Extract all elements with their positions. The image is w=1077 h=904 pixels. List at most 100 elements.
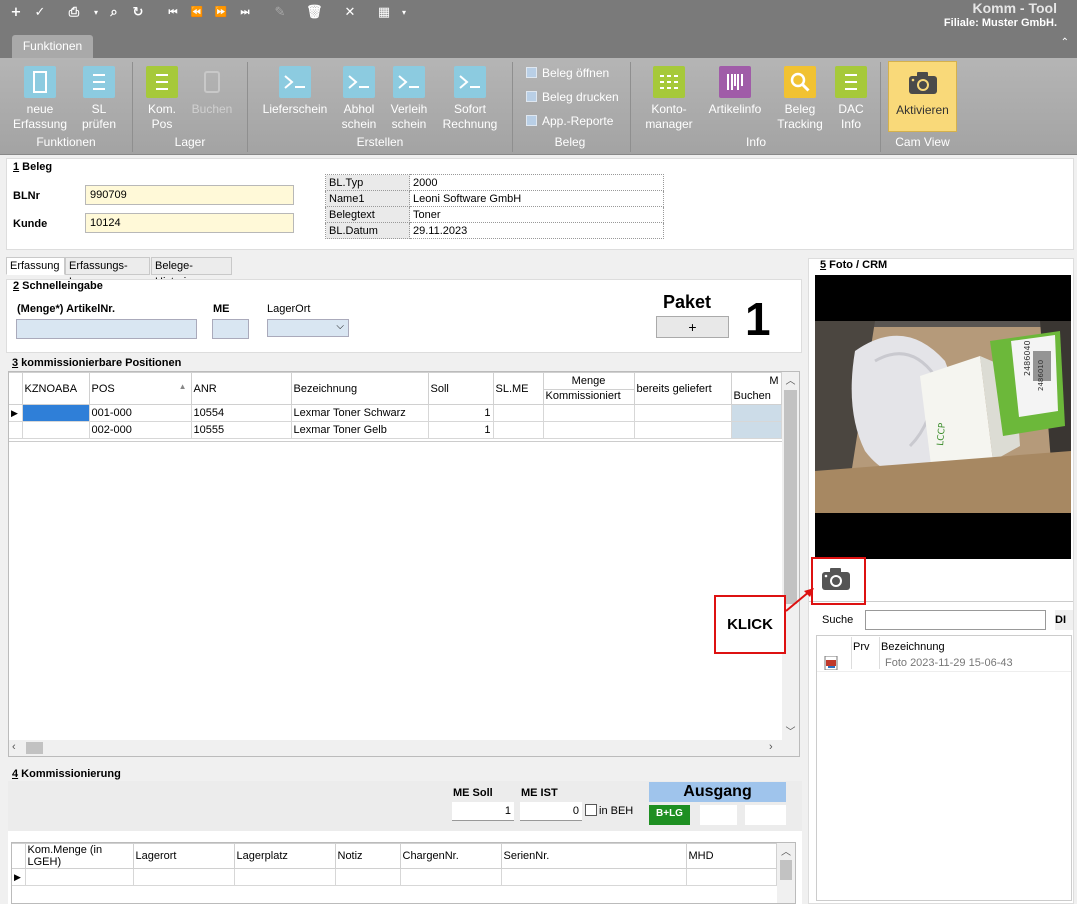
scrollbar-thumb[interactable] [784,390,797,604]
me-ist-field[interactable]: 0 [520,802,582,821]
edit-icon[interactable]: ✎ [272,5,288,21]
cell[interactable] [399,868,502,886]
col-pos[interactable]: POS ▲ [88,372,192,405]
cell-slme[interactable] [492,404,544,422]
previous-record-icon[interactable]: ⏪ [189,5,205,21]
col-bezeichnung[interactable]: Bezeichnung [290,372,429,405]
aktivieren-button[interactable]: Aktivieren [888,61,957,132]
refresh-icon[interactable]: ↻ [130,5,146,21]
col-bezeichnung[interactable]: Bezeichnung [881,641,945,653]
add-icon[interactable]: + [8,5,24,21]
tab-funktionen[interactable]: Funktionen [12,35,93,59]
next-record-icon[interactable]: ⏩ [213,5,229,21]
me-soll-field[interactable]: 1 [452,802,514,821]
beleg-tracking-button[interactable]: Beleg Tracking [776,58,824,132]
beleg-oeffnen-button[interactable]: Beleg öffnen [526,66,609,80]
kunde-field[interactable]: 10124 [85,213,294,233]
cell-pos[interactable]: 001-000 [88,404,192,422]
collapse-ribbon-icon[interactable]: ⌃ [1061,37,1069,48]
col-prv[interactable]: Prv [853,641,870,653]
col-lagerort[interactable]: Lagerort [132,843,235,869]
me-input[interactable] [212,319,249,339]
col-menge-kommissioniert[interactable]: Menge Kommissioniert [542,372,635,405]
scrollbar-thumb[interactable] [26,742,43,754]
cell-menge[interactable] [542,421,635,439]
artikelinfo-button[interactable]: Artikelinfo [704,58,766,117]
trash-icon[interactable]: 🗑 [306,5,323,21]
col-slme[interactable]: SL.ME [492,372,544,405]
abholschein-button[interactable]: Abhol schein [336,58,382,132]
col-bereits-geliefert[interactable]: bereits geliefert [633,372,732,405]
close-icon[interactable]: ✕ [342,5,358,21]
cell-anr[interactable]: 10555 [190,421,292,439]
artikelnr-input[interactable] [16,319,197,339]
search-icon[interactable]: ⌕ [106,5,122,21]
scrollbar-thumb[interactable] [780,860,792,880]
kom-pos-button[interactable]: Kom. Pos [140,58,184,132]
cell[interactable] [132,868,235,886]
cell[interactable] [233,868,336,886]
chevron-down-icon[interactable]: ▾ [396,5,412,21]
buchen-button[interactable]: Buchen [188,58,236,117]
cell[interactable] [500,868,687,886]
tab-erfassungs-log[interactable]: Erfassungs-Log [65,257,150,288]
table-row[interactable]: ▶ 001-000 10554 Lexmar Toner Schwarz 1 [9,404,782,422]
kontomanager-button[interactable]: Konto- manager [642,58,696,132]
col-kom-menge[interactable]: Kom.Menge (in LGEH) [24,843,134,869]
scroll-up-icon[interactable]: ︿ [777,843,795,858]
cell-bezeichnung[interactable]: Lexmar Toner Schwarz [290,404,429,422]
foto-item-name[interactable]: Foto 2023-11-29 15-06-43 [885,657,1013,669]
chevron-down-icon[interactable]: ▾ [88,5,104,21]
scroll-right-icon[interactable]: › [769,741,773,753]
check-icon[interactable]: ✓ [32,5,48,21]
table-row[interactable]: 002-000 10555 Lexmar Toner Gelb 1 [9,421,782,439]
table-row[interactable]: ▶ [12,868,777,886]
blnr-field[interactable]: 990709 [85,185,294,205]
col-seriennr[interactable]: SerienNr. [500,843,687,869]
app-reporte-button[interactable]: App.-Reporte [526,114,613,128]
lieferschein-button[interactable]: Lieferschein [258,58,332,117]
first-record-icon[interactable]: ⏮ [165,5,181,21]
lagerort-select[interactable]: ⌵ [267,319,349,337]
vertical-scrollbar[interactable]: ︿ ﹀ [782,372,799,740]
neue-erfassung-button[interactable]: neue Erfassung [8,58,72,132]
cell-soll[interactable]: 1 [427,421,494,439]
add-paket-button[interactable]: + [656,316,729,338]
col-chargennr[interactable]: ChargenNr. [399,843,502,869]
cell[interactable] [685,868,777,886]
cell-bezeichnung[interactable]: Lexmar Toner Gelb [290,421,429,439]
cell-slme[interactable] [492,421,544,439]
verleihschein-button[interactable]: Verleih schein [386,58,432,132]
cell-buchen[interactable] [730,404,782,422]
suche-input[interactable] [865,610,1046,630]
cell-menge[interactable] [542,404,635,422]
cell[interactable] [24,868,134,886]
vertical-scrollbar[interactable]: ︿ [777,843,795,903]
cell-pos[interactable]: 002-000 [88,421,192,439]
col-soll[interactable]: Soll [427,372,494,405]
cell-geliefert[interactable] [633,404,732,422]
last-record-icon[interactable]: ⏭ [237,5,253,21]
cell-soll[interactable]: 1 [427,404,494,422]
sl-pruefen-button[interactable]: SL prüfen [74,58,124,132]
print-icon[interactable]: ⎙ [66,5,82,21]
suche-button[interactable]: DI [1055,610,1073,630]
col-kznoaba[interactable]: KZNOABA [21,372,90,405]
sofortrechnung-button[interactable]: Sofort Rechnung [440,58,500,132]
grid-icon[interactable]: ▦ [376,5,392,21]
cell-kznoaba[interactable] [21,421,90,439]
tab-erfassung[interactable]: Erfassung [6,257,65,275]
camera-view[interactable]: 2486040 2486010 LCCP [815,275,1071,559]
cell[interactable] [334,868,401,886]
col-buchen[interactable]: M Buchen [730,372,782,405]
horizontal-scrollbar[interactable]: ‹ › [9,740,799,756]
scroll-up-icon[interactable]: ︿ [782,372,799,387]
scroll-down-icon[interactable]: ﹀ [782,723,799,738]
in-beh-checkbox[interactable]: in BEH [585,804,633,817]
col-notiz[interactable]: Notiz [334,843,401,869]
cell-geliefert[interactable] [633,421,732,439]
col-lagerplatz[interactable]: Lagerplatz [233,843,336,869]
col-mhd[interactable]: MHD [685,843,777,869]
cell-buchen[interactable] [730,421,782,439]
scroll-left-icon[interactable]: ‹ [12,741,16,753]
